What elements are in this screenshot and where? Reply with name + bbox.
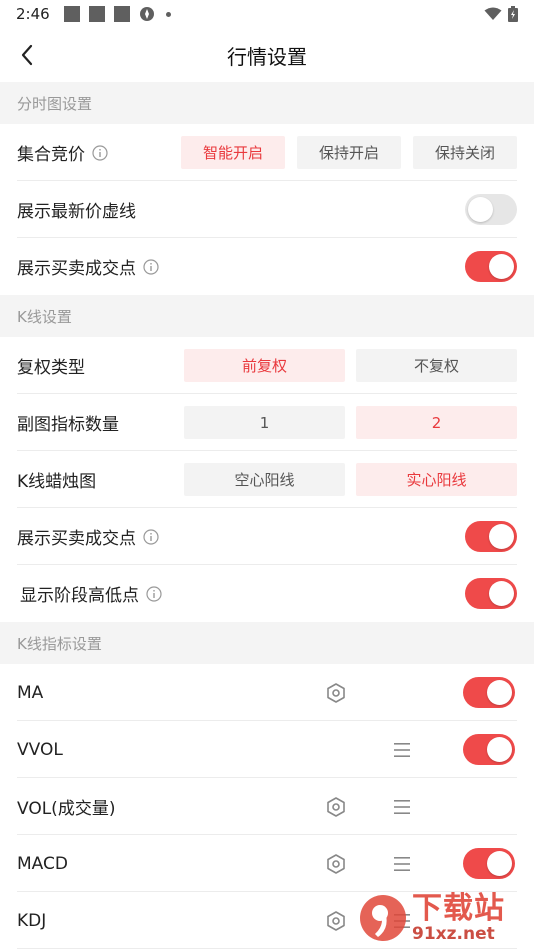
chevron-left-icon — [21, 44, 33, 66]
wifi-icon — [484, 7, 502, 20]
notification-icon — [88, 6, 105, 22]
latest-price-line-toggle[interactable] — [465, 194, 517, 225]
section-header-kline: K线设置 — [0, 295, 534, 337]
section-header-fenshi: 分时图设置 — [0, 82, 534, 124]
auction-option-smart[interactable]: 智能开启 — [181, 136, 285, 169]
fenshi-trade-points-toggle[interactable] — [465, 251, 517, 282]
sub-chart-count-option-2[interactable]: 2 — [356, 406, 517, 439]
toggle-knob — [489, 581, 514, 606]
adjust-option-none[interactable]: 不复权 — [356, 349, 517, 382]
auction-row: 集合竞价 智能开启 保持开启 保持关闭 — [0, 124, 534, 181]
notification-icon — [113, 6, 130, 22]
indicator-toggle[interactable] — [463, 848, 515, 879]
stage-high-low-toggle[interactable] — [465, 578, 517, 609]
settings-hex-icon[interactable] — [325, 910, 347, 932]
toggle-knob — [487, 737, 512, 762]
back-button[interactable] — [14, 41, 40, 69]
candle-row: K线蜡烛图 空心阳线 实心阳线 — [0, 451, 534, 508]
settings-hex-icon[interactable] — [325, 796, 347, 818]
fenshi-trade-points-row: 展示买卖成交点 — [0, 238, 534, 295]
watermark-domain: 91xz.net — [412, 924, 495, 944]
drag-handle-icon[interactable] — [391, 796, 413, 818]
nav-bar: 行情设置 — [0, 28, 534, 82]
toggle-knob — [489, 524, 514, 549]
settings-hex-icon[interactable] — [325, 853, 347, 875]
info-icon[interactable] — [143, 258, 159, 275]
app-notification-icon — [139, 7, 154, 21]
auction-label: 集合竞价 — [17, 140, 108, 165]
notification-icon — [63, 6, 80, 22]
indicator-toggle[interactable] — [463, 734, 515, 765]
info-icon[interactable] — [92, 144, 108, 161]
indicator-row: MA — [0, 664, 534, 721]
watermark: 下载站 91xz.net — [358, 886, 534, 950]
settings-hex-icon[interactable] — [325, 682, 347, 704]
more-notifications-icon — [165, 11, 171, 17]
info-icon[interactable] — [146, 585, 162, 602]
indicator-name: MA — [17, 682, 44, 703]
kline-trade-points-label: 展示买卖成交点 — [17, 524, 159, 549]
page-title: 行情设置 — [227, 44, 307, 69]
latest-price-line-label: 展示最新价虚线 — [17, 202, 136, 222]
fenshi-trade-points-text: 展示买卖成交点 — [17, 259, 136, 279]
adjust-options: 前复权 不复权 — [184, 349, 517, 382]
stage-high-low-text: 显示阶段高低点 — [20, 586, 139, 606]
kline-trade-points-text: 展示买卖成交点 — [17, 529, 136, 549]
auction-option-keep-on[interactable]: 保持开启 — [297, 136, 401, 169]
stage-high-low-row: 显示阶段高低点 — [0, 565, 534, 622]
indicator-toggle[interactable] — [463, 677, 515, 708]
sub-chart-count-option-1[interactable]: 1 — [184, 406, 345, 439]
sub-chart-count-row: 副图指标数量 1 2 — [0, 394, 534, 451]
adjust-row: 复权类型 前复权 不复权 — [0, 337, 534, 394]
auction-options: 智能开启 保持开启 保持关闭 — [181, 136, 517, 169]
watermark-text: 下载站 91xz.net — [412, 893, 505, 943]
drag-handle-icon[interactable] — [391, 739, 413, 761]
watermark-brand: 下载站 — [412, 891, 505, 926]
candle-option-solid[interactable]: 实心阳线 — [356, 463, 517, 496]
section-header-indicator: K线指标设置 — [0, 622, 534, 664]
stage-high-low-label: 显示阶段高低点 — [17, 581, 162, 606]
toggle-knob — [489, 254, 514, 279]
indicator-name: VVOL — [17, 739, 63, 760]
auction-option-keep-off[interactable]: 保持关闭 — [413, 136, 517, 169]
candle-options: 空心阳线 实心阳线 — [184, 463, 517, 496]
battery-icon — [508, 6, 518, 22]
indicator-row: MACD — [0, 835, 534, 892]
latest-price-line-row: 展示最新价虚线 — [0, 181, 534, 238]
kline-trade-points-row: 展示买卖成交点 — [0, 508, 534, 565]
candle-label: K线蜡烛图 — [17, 472, 97, 492]
auction-label-text: 集合竞价 — [17, 145, 85, 165]
adjust-label: 复权类型 — [17, 358, 85, 378]
status-time: 2:46 — [16, 5, 50, 23]
indicator-name: VOL(成交量) — [17, 799, 116, 819]
fenshi-trade-points-label: 展示买卖成交点 — [17, 254, 159, 279]
indicator-row: VOL(成交量) — [0, 778, 534, 835]
status-bar: 2:46 — [0, 0, 534, 28]
sub-chart-count-options: 1 2 — [184, 406, 517, 439]
watermark-logo-icon — [360, 895, 406, 941]
toggle-knob — [468, 197, 493, 222]
indicator-name: KDJ — [17, 910, 47, 931]
indicator-name: MACD — [17, 853, 68, 874]
adjust-option-forward[interactable]: 前复权 — [184, 349, 345, 382]
sub-chart-count-label: 副图指标数量 — [17, 415, 119, 435]
candle-option-hollow[interactable]: 空心阳线 — [184, 463, 345, 496]
drag-handle-icon[interactable] — [391, 853, 413, 875]
info-icon[interactable] — [143, 528, 159, 545]
toggle-knob — [487, 680, 512, 705]
indicator-row: VVOL — [0, 721, 534, 778]
kline-trade-points-toggle[interactable] — [465, 521, 517, 552]
toggle-knob — [487, 851, 512, 876]
